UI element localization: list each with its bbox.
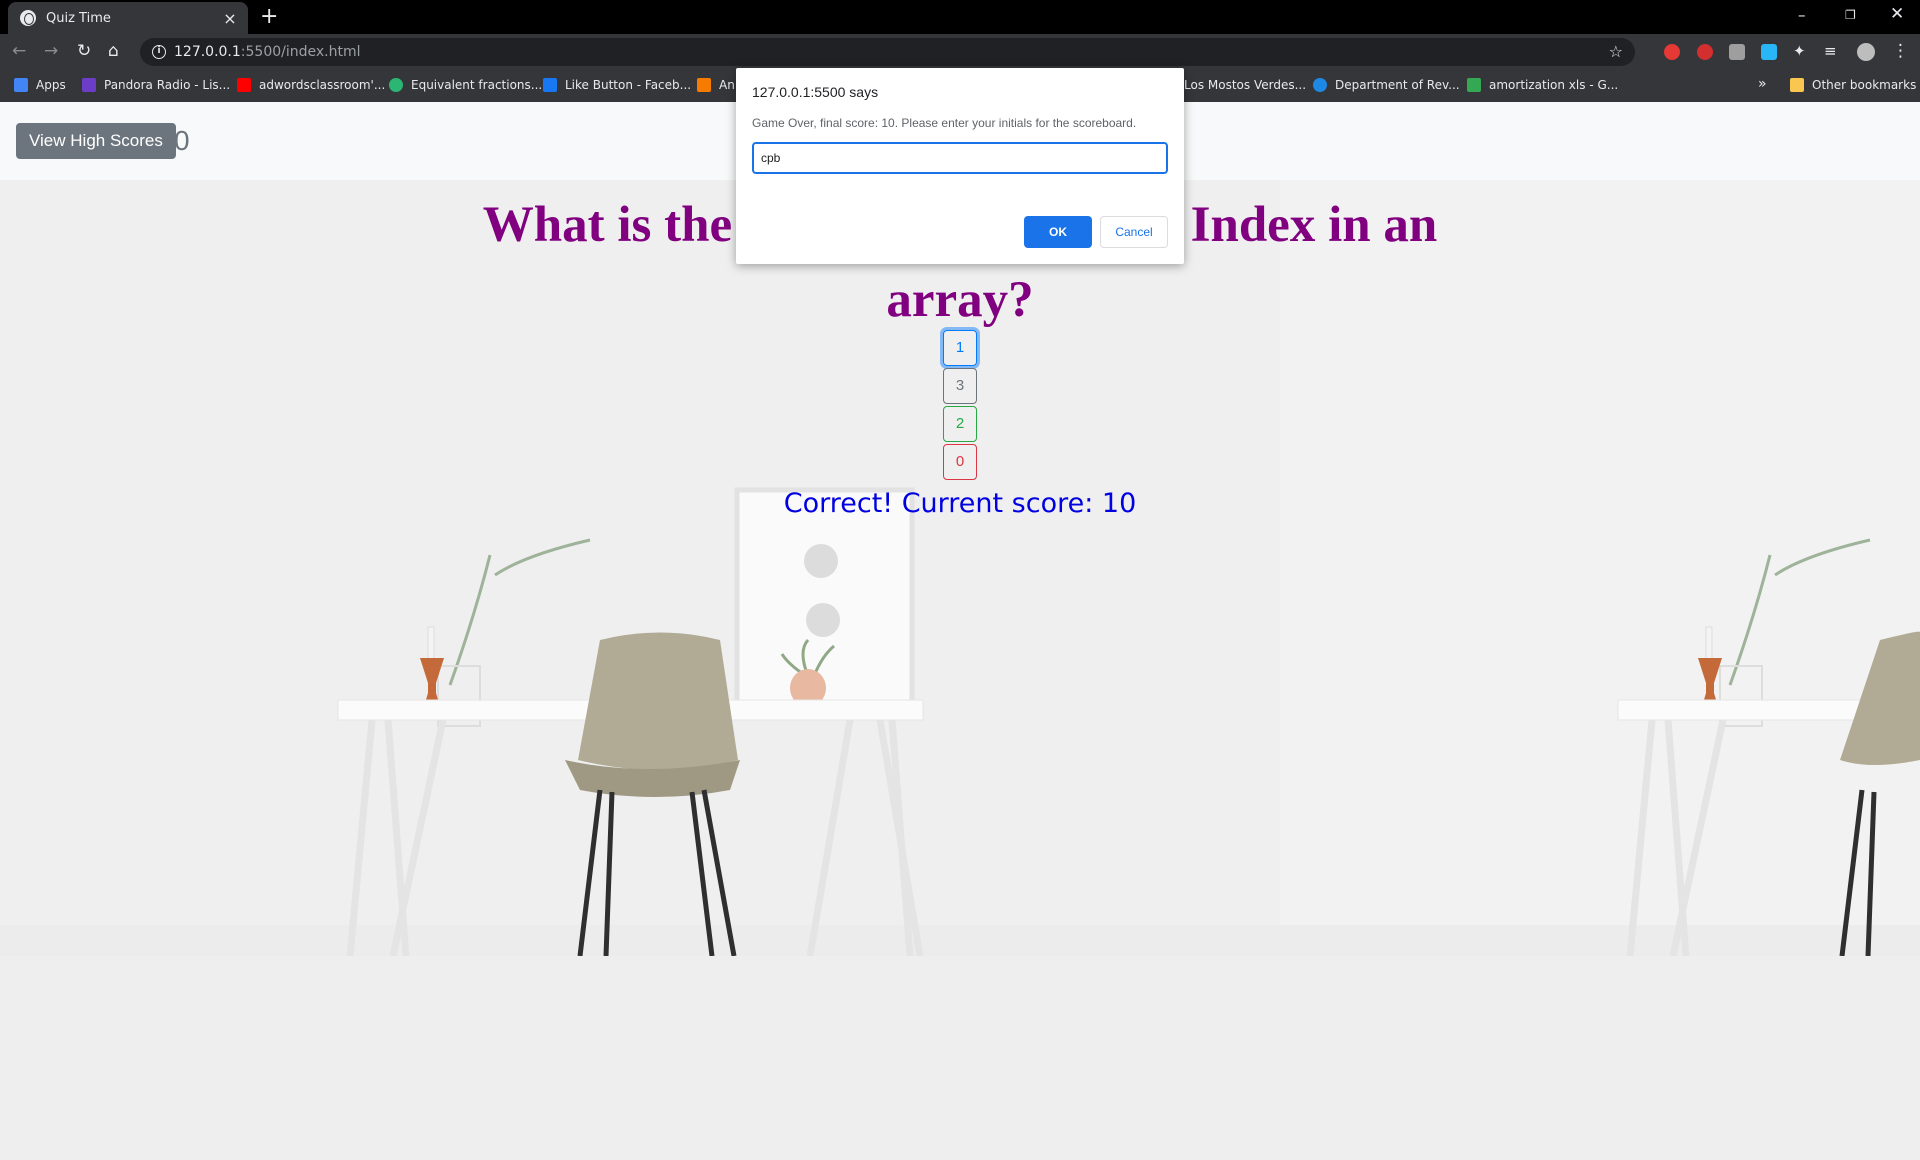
answer-button-1[interactable]: 1 bbox=[943, 330, 977, 366]
bookmark-apps[interactable]: Apps bbox=[14, 78, 66, 92]
bookmark-equivalent-fractions[interactable]: Equivalent fractions... bbox=[389, 78, 542, 92]
facebook-icon bbox=[543, 78, 557, 92]
shield-check-icon bbox=[389, 78, 403, 92]
home-icon[interactable]: ⌂ bbox=[108, 41, 119, 61]
bookmark-amortization[interactable]: amortization xls - G... bbox=[1467, 78, 1618, 92]
url-host: 127.0.0.1 bbox=[174, 44, 241, 60]
bookmark-pandora[interactable]: Pandora Radio - Lis... bbox=[82, 78, 230, 92]
new-tab-button[interactable]: + bbox=[260, 4, 278, 30]
apps-grid-icon bbox=[14, 78, 28, 92]
tab-title: Quiz Time bbox=[46, 10, 111, 26]
tab-strip: Quiz Time × + – ❐ ✕ bbox=[0, 0, 1920, 34]
timer-display: 0 bbox=[174, 125, 190, 156]
folder-icon bbox=[1790, 78, 1804, 92]
answer-button-0[interactable]: 0 bbox=[943, 444, 977, 480]
browser-toolbar: ← → ↻ ⌂ i 127.0.0.1:5500/index.html ☆ ✦ … bbox=[0, 34, 1920, 70]
forward-icon[interactable]: → bbox=[44, 41, 58, 61]
extension-icon[interactable] bbox=[1761, 44, 1777, 60]
dialog-title: 127.0.0.1:5500 says bbox=[752, 84, 879, 100]
answer-button-2[interactable]: 2 bbox=[943, 406, 977, 442]
chart-icon bbox=[697, 78, 711, 92]
ok-button[interactable]: OK bbox=[1024, 216, 1092, 248]
pandora-icon bbox=[82, 78, 96, 92]
globe-icon bbox=[20, 10, 36, 26]
media-queue-icon[interactable]: ≡ bbox=[1824, 41, 1837, 61]
extensions-puzzle-icon[interactable]: ✦ bbox=[1793, 41, 1806, 61]
back-icon[interactable]: ← bbox=[12, 41, 26, 61]
cancel-button[interactable]: Cancel bbox=[1100, 216, 1168, 248]
address-bar[interactable]: i 127.0.0.1:5500/index.html ☆ bbox=[140, 38, 1635, 66]
profile-avatar[interactable] bbox=[1857, 43, 1875, 61]
youtube-icon bbox=[237, 78, 251, 92]
other-bookmarks[interactable]: Other bookmarks bbox=[1790, 78, 1916, 92]
dialog-message: Game Over, final score: 10. Please enter… bbox=[752, 116, 1137, 130]
bookmark-like-button[interactable]: Like Button - Faceb... bbox=[543, 78, 691, 92]
adblock-icon[interactable] bbox=[1697, 44, 1713, 60]
close-window-icon[interactable]: ✕ bbox=[1890, 4, 1904, 24]
bookmark-department[interactable]: Department of Rev... bbox=[1313, 78, 1460, 92]
page-floor-area bbox=[0, 956, 1920, 1160]
restore-icon[interactable]: ❐ bbox=[1845, 8, 1856, 22]
extension-icon[interactable] bbox=[1729, 44, 1745, 60]
globe-icon bbox=[1313, 78, 1327, 92]
prompt-dialog: 127.0.0.1:5500 says Game Over, final sco… bbox=[736, 68, 1184, 264]
bookmark-star-icon[interactable]: ☆ bbox=[1609, 42, 1623, 61]
answer-button-3[interactable]: 3 bbox=[943, 368, 977, 404]
menu-kebab-icon[interactable]: ⋮ bbox=[1892, 41, 1909, 61]
bookmark-an[interactable]: An bbox=[697, 78, 735, 92]
bookmark-adwords[interactable]: adwordsclassroom'... bbox=[237, 78, 385, 92]
reload-icon[interactable]: ↻ bbox=[77, 41, 91, 61]
view-high-scores-button[interactable]: View High Scores bbox=[16, 123, 176, 159]
url-path: :5500/index.html bbox=[240, 44, 361, 60]
site-info-icon[interactable]: i bbox=[152, 45, 166, 59]
initials-input[interactable] bbox=[752, 142, 1168, 174]
answer-list: 1 3 2 0 bbox=[943, 330, 977, 482]
minimize-icon[interactable]: – bbox=[1798, 6, 1806, 24]
more-bookmarks-icon[interactable]: » bbox=[1758, 76, 1767, 92]
answer-feedback: Correct! Current score: 10 bbox=[783, 488, 1137, 519]
extension-icon[interactable] bbox=[1664, 44, 1680, 60]
bookmark-los-mostos[interactable]: Los Mostos Verdes... bbox=[1184, 78, 1306, 92]
close-tab-icon[interactable]: × bbox=[220, 9, 240, 28]
browser-tab[interactable]: Quiz Time × bbox=[8, 2, 248, 34]
google-icon bbox=[1467, 78, 1481, 92]
